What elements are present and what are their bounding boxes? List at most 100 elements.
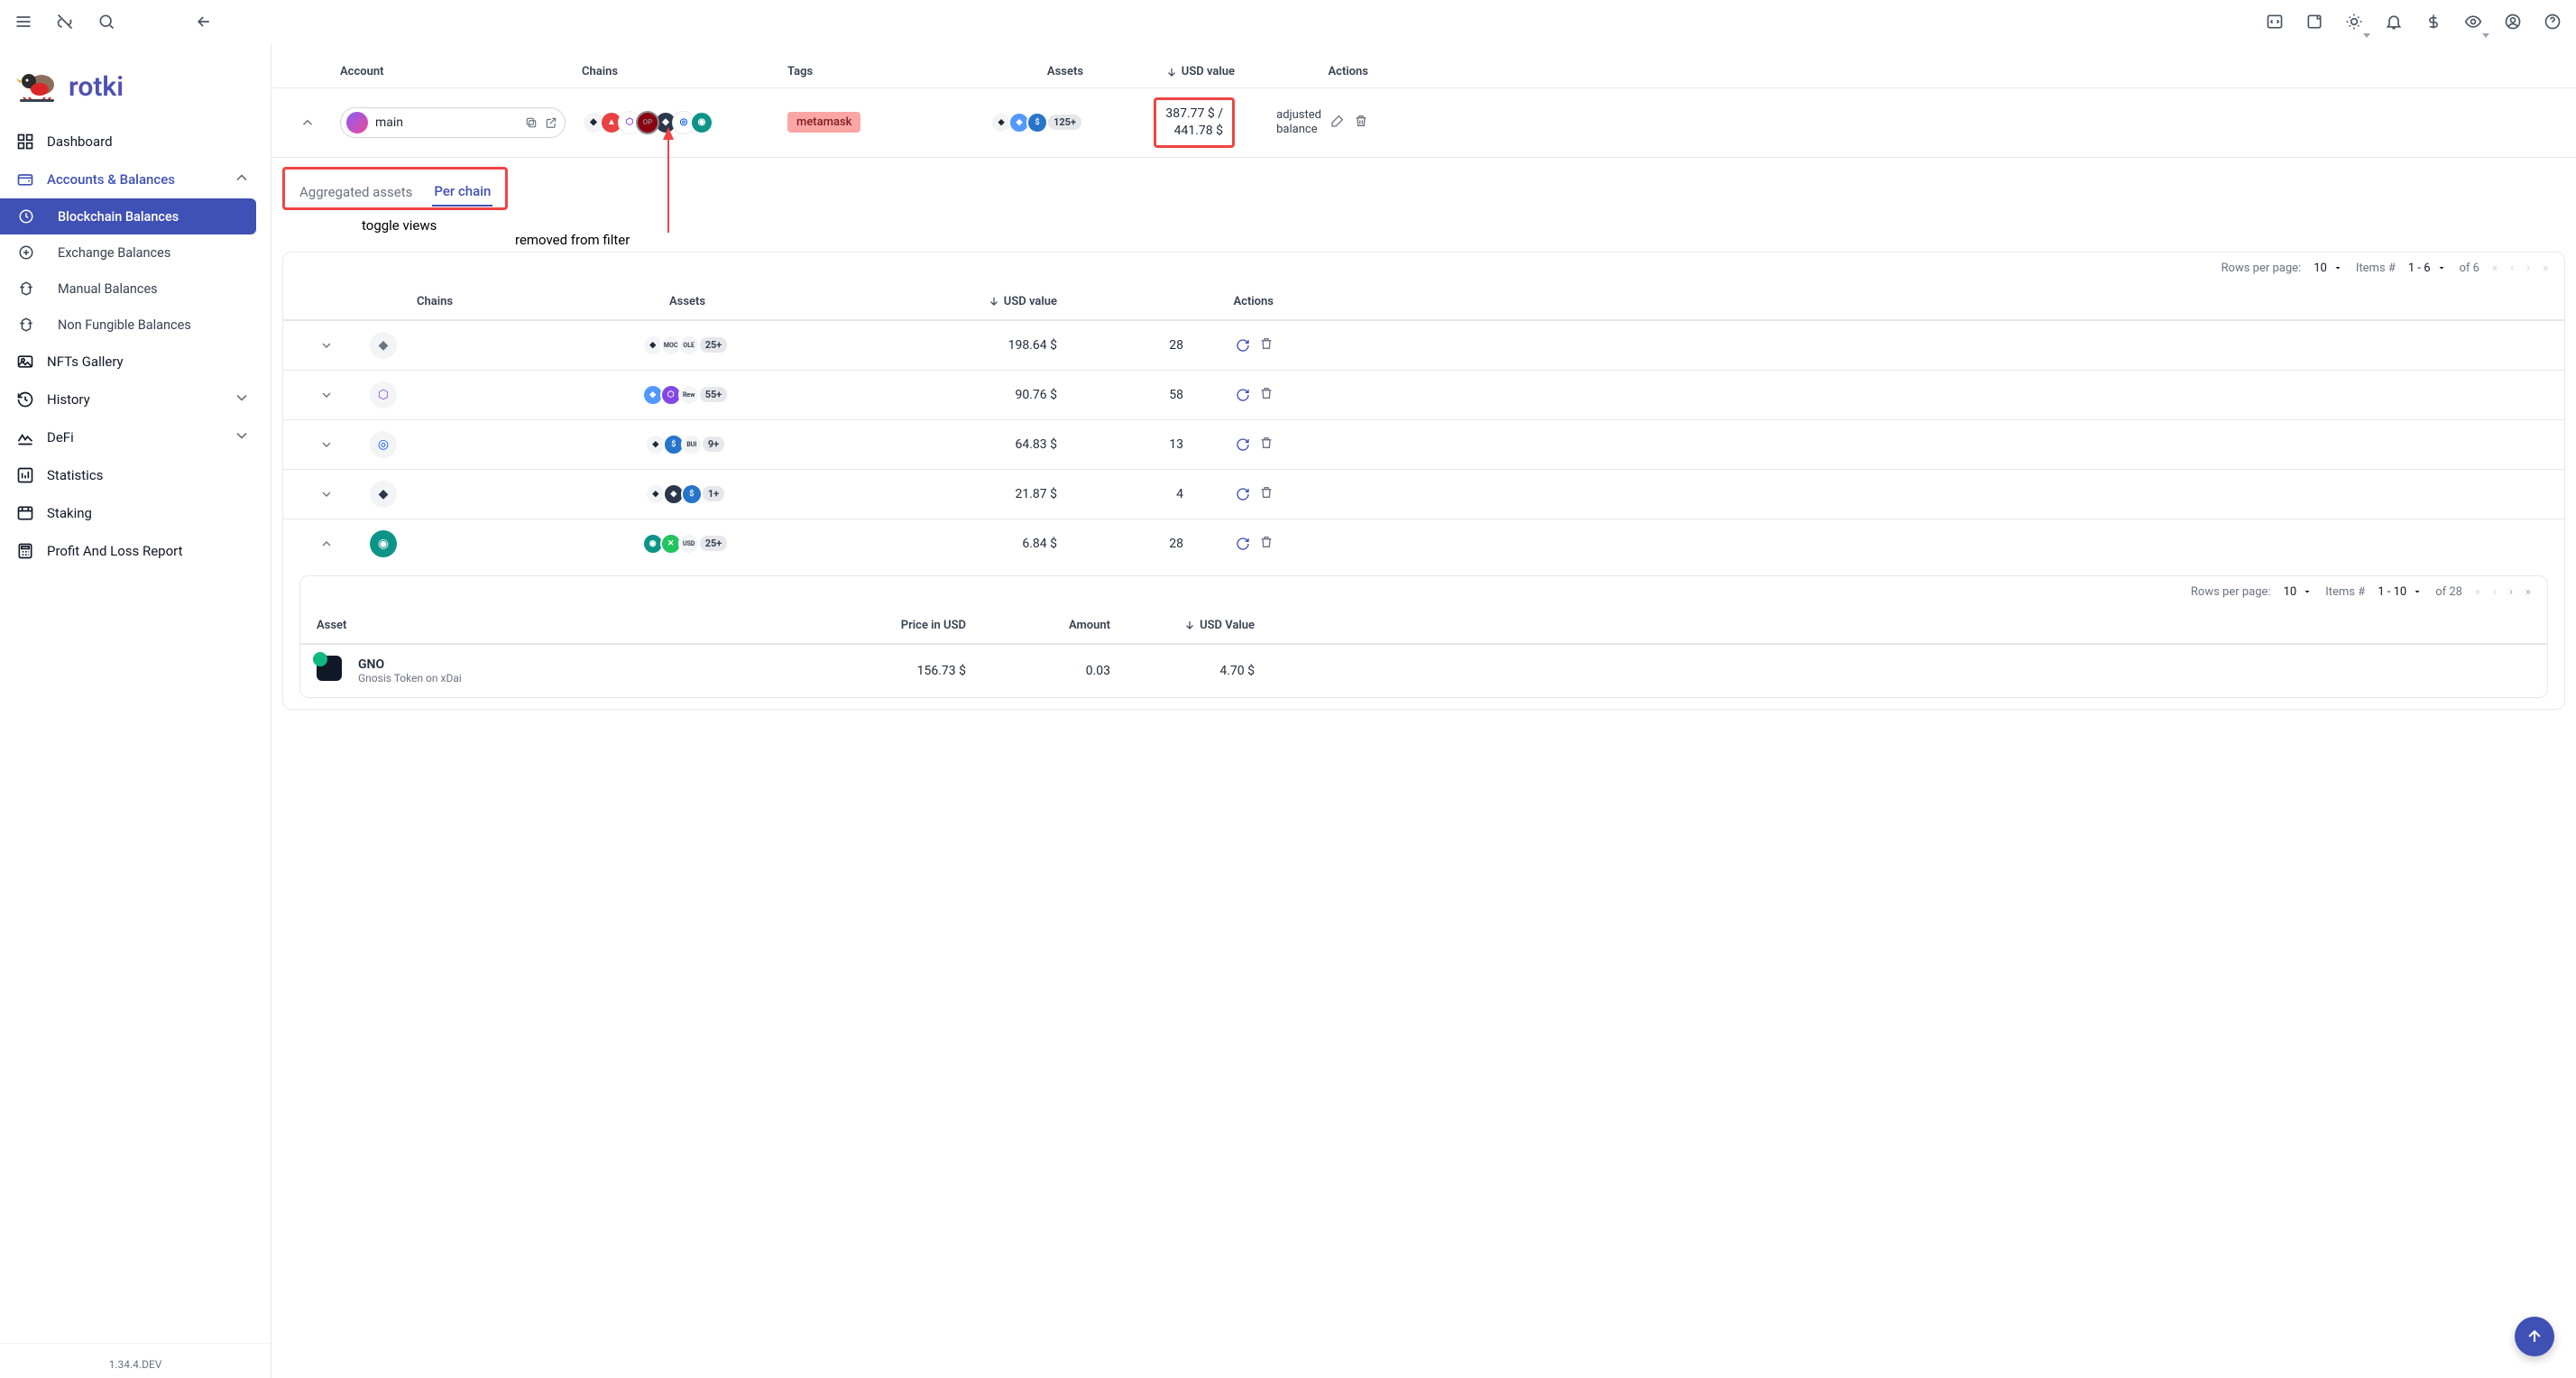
scroll-top-button[interactable]: [2515, 1317, 2554, 1356]
app-name: rotki: [69, 71, 124, 103]
tab-aggregated[interactable]: Aggregated assets: [298, 179, 414, 206]
expand-icon[interactable]: [299, 487, 354, 501]
sidebar-sub-nft[interactable]: Non Fungible Balances: [0, 307, 267, 343]
col-account: Account: [340, 65, 575, 78]
refresh-icon[interactable]: [1236, 487, 1250, 501]
view-tabs-highlight: Aggregated assets Per chain: [282, 167, 508, 210]
sidebar-item-pnl[interactable]: Profit And Loss Report: [0, 532, 267, 570]
edit-icon[interactable]: [1330, 114, 1345, 132]
delete-icon[interactable]: [1259, 535, 1274, 553]
rows-per-page-select[interactable]: 10: [2284, 585, 2314, 599]
sidebar-sub-exchange[interactable]: Exchange Balances: [0, 234, 267, 271]
asset-icon: OLE: [678, 335, 700, 356]
col-usd-value[interactable]: USD Value: [1183, 619, 1255, 632]
account-row: main ◆ ▲ ⬡ OP ◆ ◎ ◉ metamask ◆ ◆ $: [271, 87, 2576, 158]
col-tags: Tags: [787, 65, 905, 78]
chevron-up-icon: [233, 169, 251, 190]
account-chip[interactable]: main: [340, 107, 566, 138]
asset-logo: [317, 656, 347, 686]
cloud-off-icon[interactable]: [52, 9, 78, 34]
col-chains: Chains: [582, 65, 780, 78]
col-assets: Assets: [1047, 65, 1083, 78]
chain-row: ◎ ◆ $ BUI 9+ 64.83 $ 13: [283, 419, 2564, 469]
tab-per-chain[interactable]: Per chain: [432, 178, 492, 207]
sidebar-item-label: Accounts & Balances: [47, 171, 175, 188]
sidebar-item-staking[interactable]: Staking: [0, 494, 267, 532]
adjusted-balance-label: adjustedbalance: [1276, 108, 1321, 136]
chain-row: ◆ ◆ MOC OLE 25+ 198.64 $ 28: [283, 320, 2564, 370]
refresh-icon[interactable]: [1236, 338, 1250, 353]
chain-arbitrum-icon: ◆: [370, 481, 397, 508]
eye-icon[interactable]: [2461, 9, 2486, 34]
asset-price: 156.73 $: [917, 664, 966, 678]
asset-more-badge: 25+: [698, 534, 730, 553]
external-link-icon[interactable]: [545, 116, 557, 129]
copy-icon[interactable]: [525, 116, 538, 129]
user-icon[interactable]: [2500, 9, 2525, 34]
search-icon[interactable]: [94, 9, 119, 34]
back-icon[interactable]: [191, 9, 216, 34]
last-page-icon[interactable]: »: [2543, 262, 2548, 275]
dollar-icon[interactable]: [2421, 9, 2446, 34]
sidebar-item-dashboard[interactable]: Dashboard: [0, 123, 267, 161]
code-icon[interactable]: [2262, 9, 2287, 34]
sidebar-item-nfts[interactable]: NFTs Gallery: [0, 343, 267, 381]
annotation-removed: removed from filter: [515, 232, 630, 248]
prev-page-icon[interactable]: ‹: [2510, 262, 2514, 275]
refresh-icon[interactable]: [1236, 537, 1250, 551]
sidebar-item-history[interactable]: History: [0, 381, 267, 418]
sidebar-sub-manual[interactable]: Manual Balances: [0, 271, 267, 307]
col-usd[interactable]: USD value: [1165, 65, 1235, 78]
sidebar-item-statistics[interactable]: Statistics: [0, 456, 267, 494]
sidebar-item-accounts[interactable]: Accounts & Balances: [0, 161, 267, 198]
col-assets: Assets: [516, 295, 859, 308]
chain-base-icon: ◎: [370, 431, 397, 458]
first-page-icon[interactable]: «: [2492, 262, 2498, 275]
refresh-icon[interactable]: [1236, 437, 1250, 452]
main-content: Account Chains Tags Assets USD value Act…: [271, 43, 2576, 1378]
next-page-icon[interactable]: ›: [2509, 585, 2513, 599]
asset-usd: 4.70 $: [1219, 664, 1255, 678]
prev-page-icon[interactable]: ‹: [2493, 585, 2497, 599]
bell-icon[interactable]: [2381, 9, 2406, 34]
sidebar-item-label: Profit And Loss Report: [47, 543, 183, 559]
delete-icon[interactable]: [1259, 436, 1274, 454]
logo: rotki: [0, 43, 267, 123]
chain-table-header: Chains Assets USD value Actions: [283, 284, 2564, 320]
sidebar-item-label: Staking: [47, 505, 92, 521]
chain-gnosis-icon[interactable]: ◉: [690, 111, 713, 134]
refresh-icon[interactable]: [1236, 388, 1250, 402]
collapse-icon[interactable]: [282, 115, 333, 131]
delete-icon[interactable]: [1259, 386, 1274, 404]
rows-per-page-select[interactable]: 10: [2314, 262, 2343, 275]
delete-icon[interactable]: [1354, 114, 1368, 132]
pagination-top: Rows per page: 10 Items # 1 - 6 of 6 « ‹…: [283, 253, 2564, 284]
note-icon[interactable]: [2302, 9, 2327, 34]
next-page-icon[interactable]: ›: [2526, 262, 2530, 275]
chain-optimism-icon[interactable]: OP: [636, 111, 659, 134]
sidebar-item-defi[interactable]: DeFi: [0, 418, 267, 456]
col-usd[interactable]: USD value: [988, 295, 1057, 308]
theme-icon[interactable]: [2341, 9, 2367, 34]
collapse-icon[interactable]: [299, 537, 354, 551]
expand-icon[interactable]: [299, 437, 354, 452]
expand-icon[interactable]: [299, 338, 354, 353]
delete-icon[interactable]: [1259, 485, 1274, 503]
first-page-icon[interactable]: «: [2475, 585, 2480, 599]
asset-icon: USD: [678, 533, 700, 555]
page-range-select[interactable]: 1 - 6: [2408, 262, 2447, 275]
sidebar-sub-blockchain[interactable]: Blockchain Balances: [0, 198, 256, 234]
menu-icon[interactable]: [11, 9, 36, 34]
delete-icon[interactable]: [1259, 336, 1274, 354]
page-range-select[interactable]: 1 - 10: [2378, 585, 2423, 599]
usd-value: 90.76 $: [1015, 388, 1057, 402]
asset-icon: $: [681, 483, 703, 505]
expand-icon[interactable]: [299, 388, 354, 402]
chain-gnosis-icon: ◉: [370, 530, 397, 557]
sidebar-sub-label: Manual Balances: [58, 281, 158, 297]
asset-amount: 0.03: [1086, 664, 1110, 678]
usd-value: 6.84 $: [1022, 537, 1057, 551]
usd-value: 64.83 $: [1015, 437, 1057, 452]
help-icon[interactable]: [2540, 9, 2565, 34]
last-page-icon[interactable]: »: [2525, 585, 2531, 599]
